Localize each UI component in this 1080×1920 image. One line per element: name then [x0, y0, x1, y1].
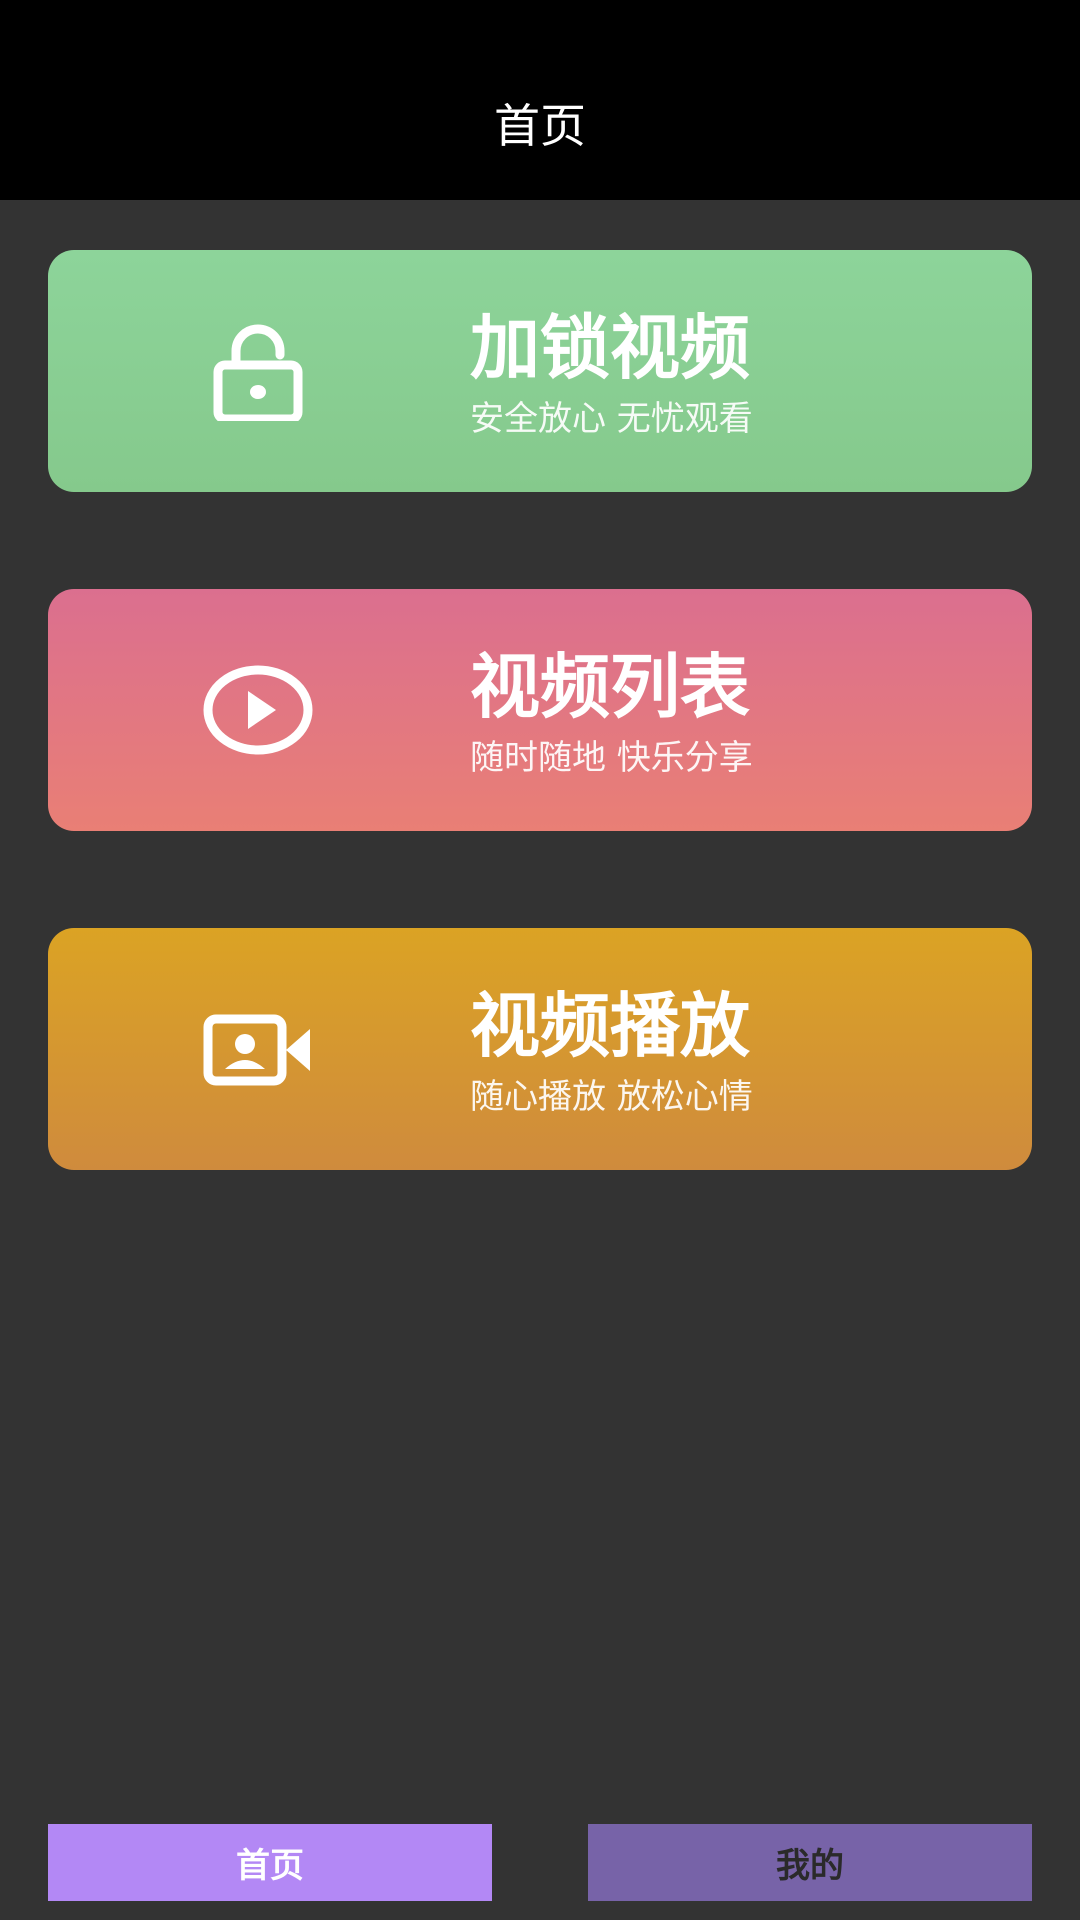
locked-video-title: 加锁视频	[470, 307, 750, 389]
locked-video-subtitle: 安全放心 无忧观看	[470, 399, 753, 439]
locked-video-card[interactable]: 加锁视频 安全放心 无忧观看	[48, 250, 1032, 492]
page-title: 首页	[494, 99, 586, 153]
tab-mine-label: 我的	[776, 1846, 844, 1886]
video-list-title: 视频列表	[470, 646, 750, 728]
top-app-bar: 首页	[0, 0, 1080, 200]
video-playback-subtitle: 随心播放 放松心情	[470, 1077, 753, 1117]
video-camera-person-icon	[198, 999, 318, 1099]
tab-mine[interactable]: 我的	[588, 1824, 1032, 1901]
video-list-subtitle: 随时随地 快乐分享	[470, 738, 753, 778]
tab-home-label: 首页	[236, 1846, 304, 1886]
unlocked-padlock-icon	[198, 321, 318, 421]
video-playback-title: 视频播放	[470, 985, 750, 1067]
play-circle-icon	[198, 660, 318, 760]
video-list-card[interactable]: 视频列表 随时随地 快乐分享	[48, 589, 1032, 831]
video-playback-card[interactable]: 视频播放 随心播放 放松心情	[48, 928, 1032, 1170]
tab-home[interactable]: 首页	[48, 1824, 492, 1901]
